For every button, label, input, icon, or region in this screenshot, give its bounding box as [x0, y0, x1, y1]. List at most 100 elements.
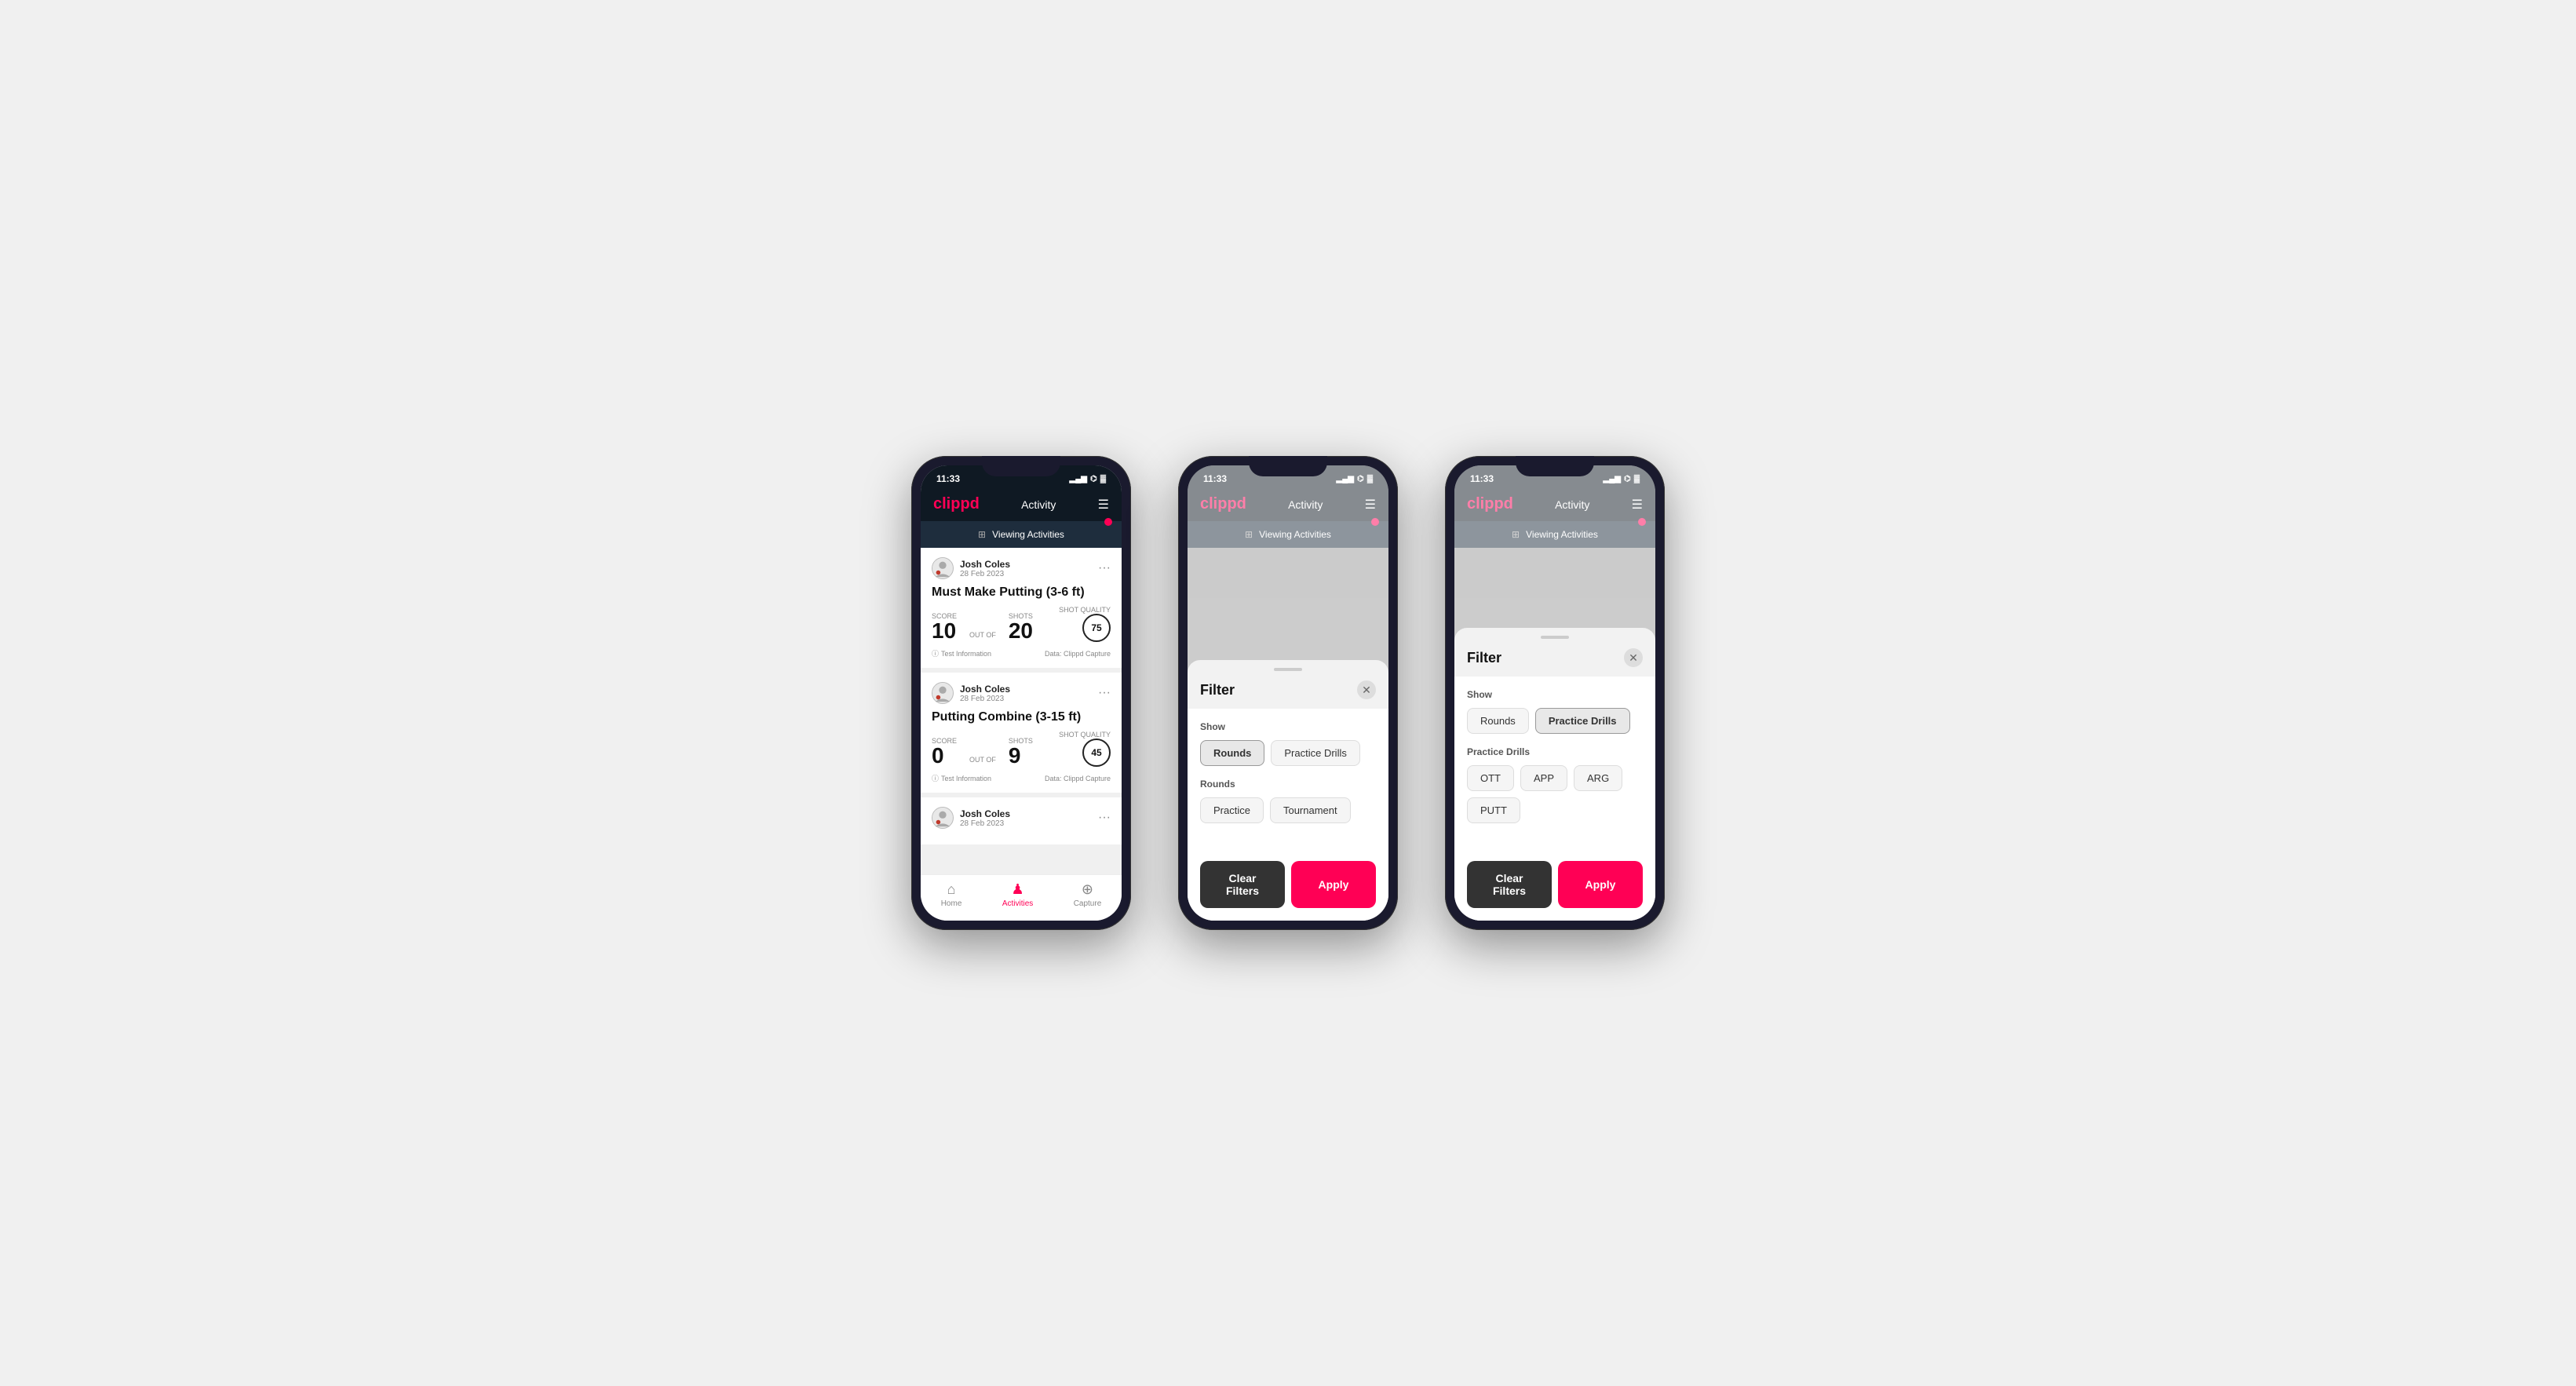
filter-sheet-2: Filter ✕ Show Rounds Practice Drills Rou… — [1188, 660, 1388, 921]
apply-btn-3[interactable]: Apply — [1558, 861, 1643, 908]
user-info-2: Josh Coles 28 Feb 2023 — [932, 682, 1010, 704]
user-info-3: Josh Coles 28 Feb 2023 — [932, 807, 1010, 829]
user-info-1: Josh Coles 28 Feb 2023 — [932, 557, 1010, 579]
shot-quality-badge-1: 75 — [1082, 614, 1111, 642]
apply-btn-2[interactable]: Apply — [1291, 861, 1376, 908]
rounds-btn-2[interactable]: Rounds — [1200, 740, 1264, 766]
activity-card-1: Josh Coles 28 Feb 2023 ··· Must Make Put… — [921, 548, 1122, 673]
viewing-text-1: Viewing Activities — [992, 529, 1064, 540]
activity-card-2: Josh Coles 28 Feb 2023 ··· Putting Combi… — [921, 673, 1122, 797]
show-filter-buttons-3: Rounds Practice Drills — [1467, 708, 1643, 734]
close-button-2[interactable]: ✕ — [1357, 680, 1376, 699]
stats-row-2: Score 0 OUT OF Shots 9 Shot Quality — [932, 731, 1111, 767]
phone-screen-3: 11:33 ▂▄▆ ⌬ ▓ clippd Activity ☰ ⊞ Viewin… — [1454, 465, 1655, 921]
app-header-1: clippd Activity ☰ — [921, 489, 1122, 521]
show-label-2: Show — [1200, 721, 1376, 732]
app-btn-3[interactable]: APP — [1520, 765, 1567, 791]
drills-filter-buttons-3: OTT APP ARG PUTT — [1467, 765, 1643, 823]
shots-value-1: 20 — [1009, 620, 1033, 642]
data-source-1: Data: Clippd Capture — [1045, 650, 1111, 658]
app-title-1: Activity — [1021, 498, 1056, 511]
phone-notch-3 — [1516, 456, 1594, 476]
more-dots-3[interactable]: ··· — [1098, 811, 1111, 825]
filter-sheet-3: Filter ✕ Show Rounds Practice Drills Pra… — [1454, 628, 1655, 921]
sheet-handle-2 — [1188, 660, 1388, 674]
user-date-1: 28 Feb 2023 — [960, 570, 1010, 578]
sheet-header-2: Filter ✕ — [1188, 674, 1388, 709]
card-header-3: Josh Coles 28 Feb 2023 ··· — [932, 807, 1111, 829]
activity-title-1: Must Make Putting (3-6 ft) — [932, 585, 1111, 600]
shot-quality-badge-2: 45 — [1082, 739, 1111, 767]
more-dots-1[interactable]: ··· — [1098, 561, 1111, 575]
shot-quality-label-2: Shot Quality — [1059, 731, 1111, 739]
shots-group-2: Shots 9 — [1009, 737, 1033, 767]
handle-bar-3 — [1541, 636, 1569, 639]
ott-btn-3[interactable]: OTT — [1467, 765, 1514, 791]
show-label-3: Show — [1467, 689, 1643, 700]
activity-card-3: Josh Coles 28 Feb 2023 ··· — [921, 797, 1122, 849]
capture-icon: ⊕ — [1082, 881, 1093, 898]
wifi-icon: ⌬ — [1090, 475, 1097, 483]
user-date-3: 28 Feb 2023 — [960, 819, 1010, 828]
sheet-footer-3: Clear Filters Apply — [1454, 848, 1655, 921]
phone-notch — [982, 456, 1060, 476]
rounds-filter-buttons-2: Practice Tournament — [1200, 797, 1376, 823]
viewing-banner-1[interactable]: ⊞ Viewing Activities — [921, 521, 1122, 548]
phone-content-1: 11:33 ▂▄▆ ⌬ ▓ clippd Activity ☰ ⊞ Vi — [921, 465, 1122, 921]
close-button-3[interactable]: ✕ — [1624, 648, 1643, 667]
app-logo-1: clippd — [933, 495, 980, 513]
clear-filters-btn-3[interactable]: Clear Filters — [1467, 861, 1552, 908]
sheet-handle-3 — [1454, 628, 1655, 642]
phones-container: 11:33 ▂▄▆ ⌬ ▓ clippd Activity ☰ ⊞ Vi — [911, 456, 1665, 930]
arg-btn-3[interactable]: ARG — [1574, 765, 1622, 791]
user-name-3: Josh Coles — [960, 808, 1010, 819]
card-footer-1: ⓘ Test Information Data: Clippd Capture — [932, 648, 1111, 658]
outof-label-1: OUT OF — [966, 631, 999, 639]
shot-quality-group-1: Shot Quality 75 — [1059, 606, 1111, 642]
status-time: 11:33 — [936, 473, 960, 484]
phone-notch-2 — [1249, 456, 1327, 476]
more-dots-2[interactable]: ··· — [1098, 686, 1111, 700]
avatar-1 — [932, 557, 954, 579]
card-header-1: Josh Coles 28 Feb 2023 ··· — [932, 557, 1111, 579]
sheet-footer-2: Clear Filters Apply — [1188, 848, 1388, 921]
battery-icon: ▓ — [1100, 475, 1106, 483]
nav-activities[interactable]: ♟ Activities — [1002, 881, 1033, 908]
bottom-nav-1: ⌂ Home ♟ Activities ⊕ Capture — [921, 874, 1122, 921]
clear-filters-btn-2[interactable]: Clear Filters — [1200, 861, 1285, 908]
data-source-2: Data: Clippd Capture — [1045, 775, 1111, 782]
phone-screen-2: 11:33 ▂▄▆ ⌬ ▓ clippd Activity ☰ ⊞ Viewin… — [1188, 465, 1388, 921]
filter-icon-1: ⊞ — [978, 529, 986, 540]
home-icon: ⌂ — [947, 881, 956, 898]
avatar-2 — [932, 682, 954, 704]
score-group-2: Score 0 — [932, 737, 957, 767]
sheet-header-3: Filter ✕ — [1454, 642, 1655, 677]
user-name-1: Josh Coles — [960, 559, 1010, 570]
handle-bar-2 — [1274, 668, 1302, 671]
tournament-btn-2[interactable]: Tournament — [1270, 797, 1351, 823]
practice-drills-btn-2[interactable]: Practice Drills — [1271, 740, 1359, 766]
show-filter-buttons-2: Rounds Practice Drills — [1200, 740, 1376, 766]
card-header-2: Josh Coles 28 Feb 2023 ··· — [932, 682, 1111, 704]
user-details-1: Josh Coles 28 Feb 2023 — [960, 559, 1010, 578]
phone-3: 11:33 ▂▄▆ ⌬ ▓ clippd Activity ☰ ⊞ Viewin… — [1445, 456, 1665, 930]
shots-value-2: 9 — [1009, 745, 1033, 767]
shots-group-1: Shots 20 — [1009, 612, 1033, 642]
notification-dot-1 — [1104, 518, 1112, 526]
putt-btn-3[interactable]: PUTT — [1467, 797, 1520, 823]
practice-round-btn-2[interactable]: Practice — [1200, 797, 1264, 823]
outof-label-2: OUT OF — [966, 756, 999, 764]
user-details-3: Josh Coles 28 Feb 2023 — [960, 808, 1010, 828]
rounds-section-label-2: Rounds — [1200, 779, 1376, 790]
shot-quality-label-1: Shot Quality — [1059, 606, 1111, 614]
nav-capture[interactable]: ⊕ Capture — [1074, 881, 1102, 908]
test-info-1: ⓘ Test Information — [932, 648, 991, 658]
nav-home[interactable]: ⌂ Home — [941, 881, 962, 908]
shot-quality-group-2: Shot Quality 45 — [1059, 731, 1111, 767]
hamburger-icon-1[interactable]: ☰ — [1098, 497, 1109, 512]
avatar-3 — [932, 807, 954, 829]
rounds-btn-3[interactable]: Rounds — [1467, 708, 1529, 734]
practice-drills-btn-3[interactable]: Practice Drills — [1535, 708, 1630, 734]
card-footer-2: ⓘ Test Information Data: Clippd Capture — [932, 773, 1111, 783]
practice-drills-section-label-3: Practice Drills — [1467, 746, 1643, 757]
